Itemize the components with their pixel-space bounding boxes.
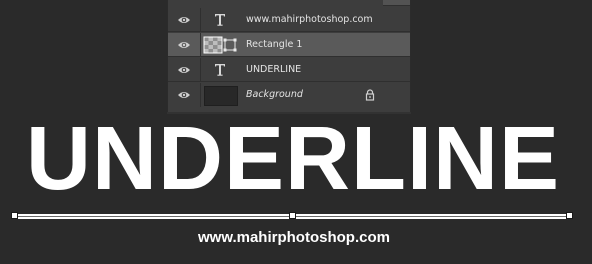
type-layer-icon	[215, 14, 225, 26]
url-text: www.mahirphotoshop.com	[198, 229, 390, 246]
headline-text: UNDERLINE	[25, 109, 560, 209]
visibility-toggle[interactable]	[168, 8, 201, 32]
background-thumbnail	[204, 86, 238, 106]
layers-panel: www.mahirphotoshop.com Rectangle 1 UNDER…	[167, 0, 411, 112]
layer-row-url-text[interactable]: www.mahirphotoshop.com	[168, 8, 410, 32]
shape-thumbnail-icon	[203, 36, 237, 54]
layer-name[interactable]: UNDERLINE	[246, 58, 301, 82]
eye-icon	[178, 92, 190, 98]
layer-row-rectangle[interactable]: Rectangle 1	[168, 33, 410, 57]
eye-icon	[178, 42, 190, 48]
layer-name[interactable]: Rectangle 1	[246, 33, 302, 57]
transform-handle-right[interactable]	[566, 212, 573, 219]
transform-handle-left[interactable]	[11, 212, 18, 219]
transform-handle-center[interactable]	[289, 212, 296, 219]
lock-icon[interactable]	[365, 89, 375, 101]
panel-scrollbar-top[interactable]	[383, 0, 410, 6]
layer-name[interactable]: www.mahirphotoshop.com	[246, 8, 373, 32]
visibility-toggle[interactable]	[168, 58, 201, 82]
eye-icon	[178, 17, 190, 23]
eye-icon	[178, 67, 190, 73]
visibility-toggle[interactable]	[168, 33, 201, 57]
layer-row-underline-text[interactable]: UNDERLINE	[168, 58, 410, 82]
type-layer-icon	[215, 64, 225, 76]
